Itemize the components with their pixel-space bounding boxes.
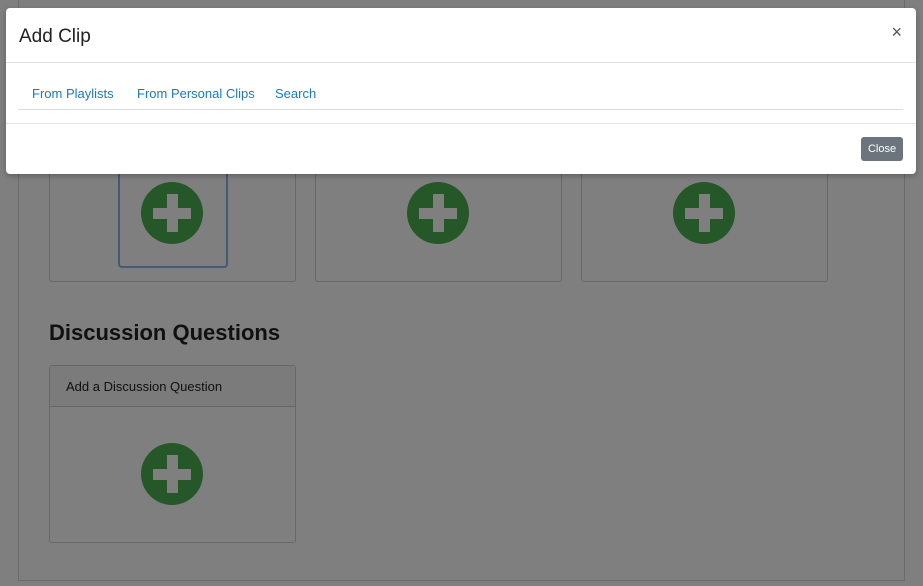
modal-footer: Close: [6, 123, 916, 174]
add-clip-modal: Add Clip × From Playlists From Personal …: [6, 8, 916, 174]
close-button[interactable]: Close: [861, 137, 903, 161]
tab-from-personal-clips[interactable]: From Personal Clips: [137, 86, 255, 101]
tab-from-playlists[interactable]: From Playlists: [32, 86, 114, 101]
modal-tabs: From Playlists From Personal Clips Searc…: [18, 80, 903, 110]
modal-title: Add Clip: [19, 26, 91, 47]
tab-search[interactable]: Search: [275, 86, 316, 101]
close-icon[interactable]: ×: [891, 22, 902, 42]
modal-header: Add Clip ×: [6, 8, 916, 63]
